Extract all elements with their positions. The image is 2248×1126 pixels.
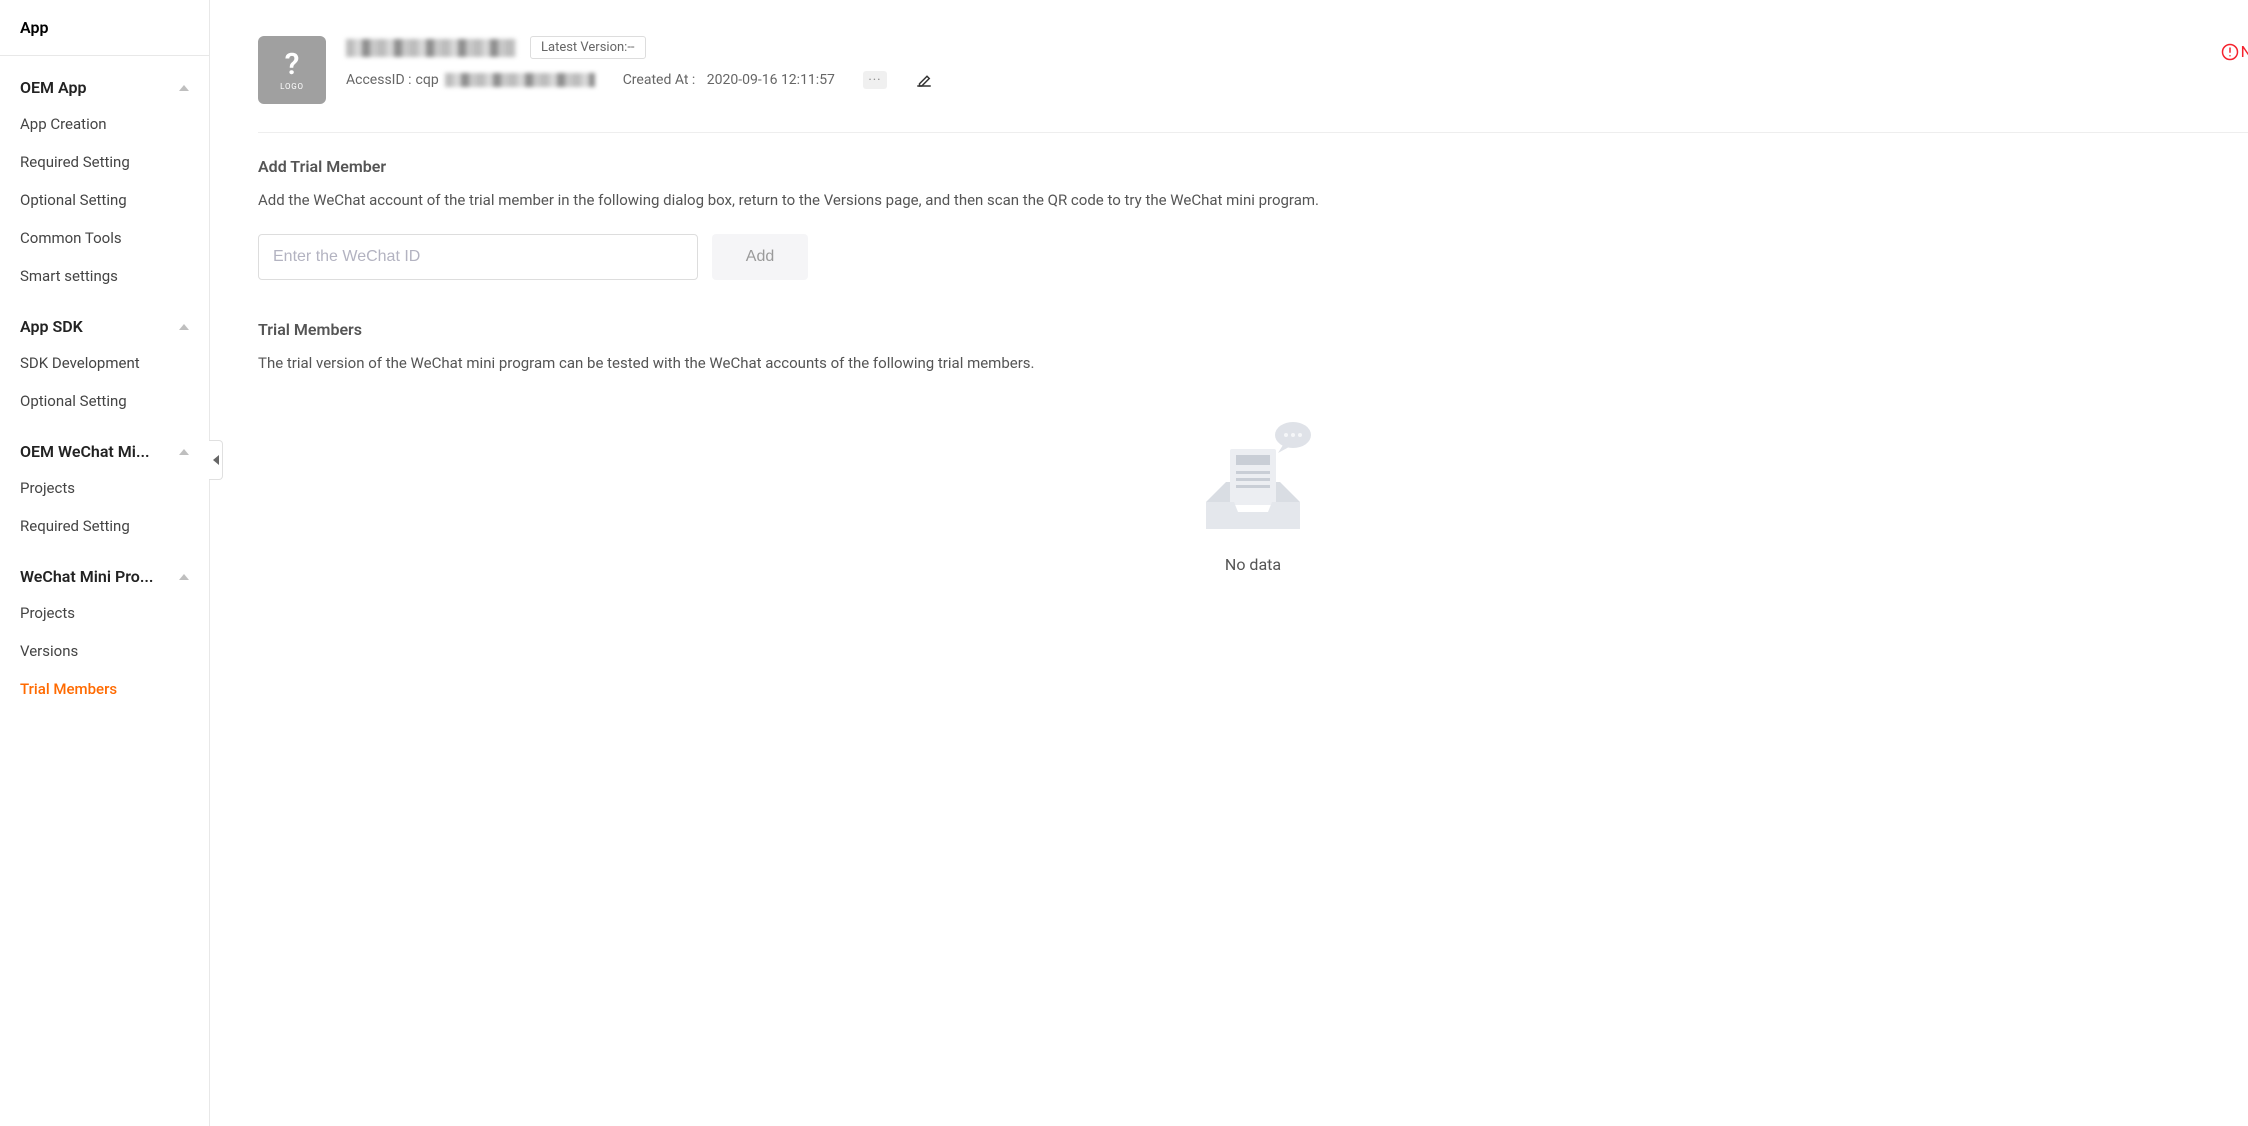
- sidebar-item-sdk-development[interactable]: SDK Development: [0, 344, 209, 382]
- add-trial-member-section: Add Trial Member Add the WeChat account …: [258, 157, 2248, 280]
- sidebar-section-title-wechat-mini[interactable]: WeChat Mini Pro...: [0, 555, 209, 594]
- sidebar-item-trial-members[interactable]: Trial Members: [0, 670, 209, 708]
- sidebar-section-app-sdk: App SDK SDK Development Optional Setting: [0, 295, 209, 420]
- sidebar-section-label: App SDK: [20, 317, 173, 336]
- trial-members-desc: The trial version of the WeChat mini pro…: [258, 351, 2248, 375]
- add-button[interactable]: Add: [712, 234, 808, 280]
- sidebar-item-versions[interactable]: Versions: [0, 632, 209, 670]
- divider: [258, 132, 2248, 133]
- sidebar-section-label: OEM App: [20, 78, 173, 97]
- version-tag: Latest Version:--: [530, 36, 646, 59]
- access-id-redacted: [445, 73, 595, 87]
- sidebar: App OEM App App Creation Required Settin…: [0, 0, 210, 1126]
- created-at: Created At : 2020-09-16 12:11:57: [623, 72, 835, 88]
- trial-members-section: Trial Members The trial version of the W…: [258, 320, 2248, 614]
- sidebar-section-title-oem-app[interactable]: OEM App: [0, 66, 209, 105]
- alert-letter: N: [2241, 42, 2248, 61]
- trial-members-title: Trial Members: [258, 320, 2248, 339]
- sidebar-item-smart-settings[interactable]: Smart settings: [0, 257, 209, 295]
- app-logo: ? LOGO: [258, 36, 326, 104]
- chevron-up-icon: [179, 324, 189, 330]
- sidebar-item-required-setting[interactable]: Required Setting: [0, 143, 209, 181]
- empty-text: No data: [258, 555, 2248, 574]
- sidebar-item-optional-setting-sdk[interactable]: Optional Setting: [0, 382, 209, 420]
- sidebar-item-common-tools[interactable]: Common Tools: [0, 219, 209, 257]
- sidebar-section-title-app-sdk[interactable]: App SDK: [0, 305, 209, 344]
- alert-icon[interactable]: N: [2221, 42, 2248, 61]
- access-id-label: AccessID :: [346, 72, 412, 88]
- chevron-up-icon: [179, 449, 189, 455]
- sidebar-item-optional-setting[interactable]: Optional Setting: [0, 181, 209, 219]
- sidebar-section-wechat-mini: WeChat Mini Pro... Projects Versions Tri…: [0, 545, 209, 708]
- chevron-up-icon: [179, 574, 189, 580]
- sidebar-section-label: WeChat Mini Pro...: [20, 567, 173, 586]
- sidebar-section-oem-app: OEM App App Creation Required Setting Op…: [0, 56, 209, 295]
- logo-text: LOGO: [280, 82, 304, 91]
- add-trial-member-desc: Add the WeChat account of the trial memb…: [258, 188, 2248, 212]
- sidebar-item-app-creation[interactable]: App Creation: [0, 105, 209, 143]
- access-id-value: cqp: [416, 72, 439, 88]
- add-trial-member-title: Add Trial Member: [258, 157, 2248, 176]
- sidebar-top-app[interactable]: App: [0, 0, 209, 56]
- logo-question-icon: ?: [285, 50, 300, 80]
- edit-icon[interactable]: [915, 71, 933, 89]
- sidebar-section-label: OEM WeChat Mi...: [20, 442, 173, 461]
- sidebar-item-projects-oem[interactable]: Projects: [0, 469, 209, 507]
- app-name-redacted: [346, 39, 516, 57]
- sidebar-item-projects[interactable]: Projects: [0, 594, 209, 632]
- more-icon[interactable]: ···: [863, 71, 887, 89]
- wechat-id-input[interactable]: [258, 234, 698, 280]
- sidebar-item-required-setting-oem[interactable]: Required Setting: [0, 507, 209, 545]
- sidebar-section-oem-wechat: OEM WeChat Mi... Projects Required Setti…: [0, 420, 209, 545]
- main-content: ? LOGO Latest Version:-- AccessID : cqp …: [210, 0, 2248, 1126]
- created-at-label: Created At :: [623, 72, 696, 88]
- chevron-up-icon: [179, 85, 189, 91]
- sidebar-section-title-oem-wechat[interactable]: OEM WeChat Mi...: [0, 430, 209, 469]
- empty-inbox-icon: [1188, 417, 1318, 541]
- access-id: AccessID : cqp: [346, 72, 595, 88]
- empty-state: No data: [258, 397, 2248, 614]
- created-at-value: 2020-09-16 12:11:57: [707, 72, 835, 88]
- sidebar-collapse-handle[interactable]: [209, 440, 223, 480]
- app-header: ? LOGO Latest Version:-- AccessID : cqp …: [258, 36, 2248, 104]
